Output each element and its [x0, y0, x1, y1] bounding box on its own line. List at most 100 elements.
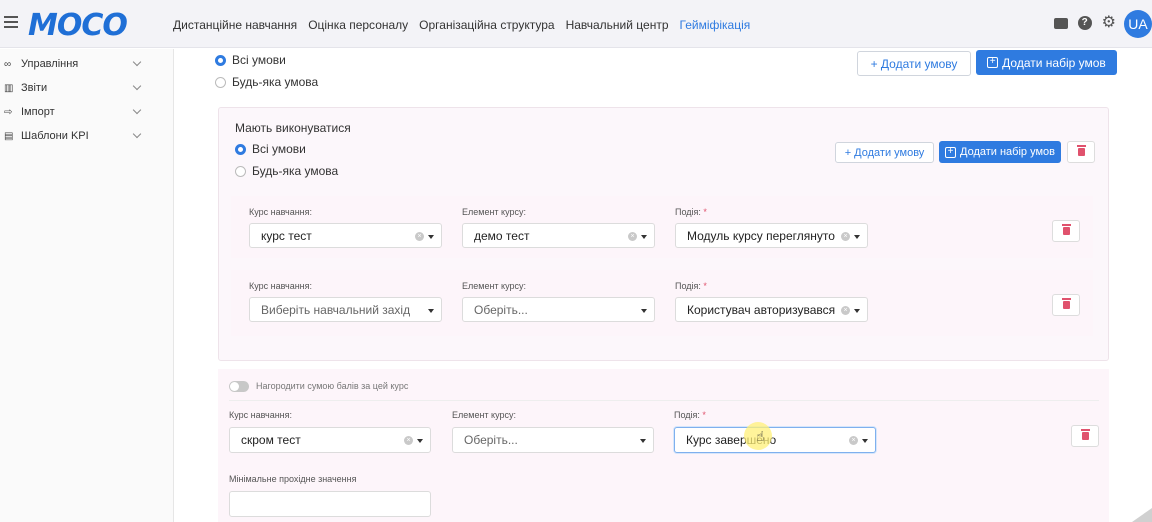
event-label: Подія: * [674, 410, 706, 420]
caret-down-icon[interactable] [854, 309, 860, 313]
course-select[interactable]: Виберіть навчальний захід [249, 297, 442, 322]
caret-down-icon[interactable] [640, 439, 646, 443]
nav-gamification[interactable]: Геймiфікація [680, 18, 751, 32]
add-condition-button[interactable]: + Додати умову [857, 51, 971, 76]
main-nav: Дистанційне навчання Оцінка персоналу Ор… [173, 18, 750, 32]
radio-dot[interactable] [235, 165, 246, 177]
sidebar-item-label: Звіти [21, 82, 48, 94]
chevron-down-icon [132, 57, 142, 67]
logo[interactable]: MOCO [28, 8, 128, 43]
min-value-input[interactable] [229, 491, 431, 517]
caret-down-icon[interactable] [641, 309, 647, 313]
event-select[interactable]: Користувач авторизувався × [675, 297, 868, 322]
event-label: Подія: * [675, 281, 707, 291]
caret-down-icon[interactable] [428, 309, 434, 313]
radio-any-condition[interactable]: Будь-яка умова [215, 75, 318, 89]
min-value-label: Мінімальне прохідне значення [229, 474, 357, 484]
delete-group-button[interactable] [1067, 141, 1095, 163]
nav-training-center[interactable]: Навчальний центр [566, 18, 669, 32]
clear-icon[interactable]: × [841, 232, 850, 241]
element-select[interactable]: Оберіть... [452, 427, 654, 453]
top-header: MOCO Дистанційне навчання Оцінка персона… [0, 0, 1152, 48]
course-label: Курс навчання: [249, 281, 313, 291]
select-value: демо тест [474, 228, 530, 243]
delete-row-button[interactable] [1052, 220, 1080, 242]
hand-cursor-icon: ☝ [756, 428, 765, 444]
chevron-down-icon [132, 81, 142, 91]
select-value: скром тест [241, 433, 301, 447]
clear-icon[interactable]: × [404, 436, 413, 445]
divider [229, 400, 1099, 401]
delete-row-button[interactable] [1052, 294, 1080, 316]
button-label: Додати набір умов [1002, 55, 1106, 70]
award-toggle[interactable] [229, 381, 249, 392]
nav-distance-learning[interactable]: Дистанційне навчання [173, 18, 297, 32]
radio-dot[interactable] [215, 54, 226, 66]
gear-icon[interactable]: ⚙ [1102, 15, 1116, 31]
condition-group: Мають виконуватися Всі умови Будь-яка ум… [218, 107, 1109, 361]
condition-row: Курс навчання: Виберіть навчальний захід… [231, 270, 1093, 336]
group-radio-any[interactable]: Будь-яка умова [235, 164, 338, 178]
template-icon: ▤ [4, 130, 14, 142]
delete-row-button[interactable] [1071, 425, 1099, 447]
caret-down-icon[interactable] [854, 235, 860, 239]
select-value: Оберіть... [464, 433, 518, 447]
clear-icon[interactable]: × [849, 436, 858, 445]
group-title: Мають виконуватися [235, 121, 351, 135]
radio-label: Будь-яка умова [252, 164, 339, 178]
clear-icon[interactable]: × [628, 232, 637, 241]
sidebar-item-import[interactable]: ⇨ Імпорт [4, 103, 144, 121]
plus-square-icon: + [945, 146, 956, 158]
element-select[interactable]: Оберіть... [462, 297, 655, 322]
avatar[interactable]: UA [1124, 10, 1152, 38]
group-add-set-button[interactable]: + Додати набір умов [939, 141, 1061, 163]
radio-dot[interactable] [215, 76, 226, 88]
menu-icon[interactable] [4, 16, 18, 28]
radio-dot[interactable] [235, 143, 246, 155]
mail-icon[interactable] [1053, 17, 1068, 29]
event-select[interactable]: Модуль курсу переглянуто × [675, 223, 868, 248]
nav-org-structure[interactable]: Організаційна структура [419, 18, 554, 32]
caret-down-icon[interactable] [641, 235, 647, 239]
caret-down-icon[interactable] [417, 439, 423, 443]
condition-row: Курс навчання: курс тест × Елемент курсу… [231, 196, 1093, 258]
sidebar-item-management[interactable]: ∞ Управління [4, 55, 144, 73]
select-value: курс тест [261, 228, 312, 243]
radio-label: Всі умови [252, 142, 306, 156]
sidebar-item-kpi-templates[interactable]: ▤ Шаблони KPI [4, 127, 144, 145]
event-label: Подія: * [675, 207, 707, 217]
element-select[interactable]: демо тест × [462, 223, 655, 248]
group-add-condition-button[interactable]: + Додати умову [835, 142, 934, 163]
radio-all-conditions[interactable]: Всі умови [215, 53, 286, 67]
sidebar-item-label: Управління [21, 58, 79, 70]
clear-icon[interactable]: × [841, 306, 850, 315]
select-value: Оберіть... [474, 302, 528, 317]
group-radio-all[interactable]: Всі умови [235, 142, 306, 156]
sidebar-item-reports[interactable]: ▥ Звіти [4, 79, 144, 97]
caret-down-icon[interactable] [862, 439, 868, 443]
course-select[interactable]: курс тест × [249, 223, 442, 248]
chevron-down-icon [132, 105, 142, 115]
nav-staff-assessment[interactable]: Оцінка персоналу [308, 18, 408, 32]
help-icon[interactable]: ? [1077, 16, 1092, 30]
element-label: Елемент курсу: [462, 281, 526, 291]
event-select[interactable]: Курс завершено × [674, 427, 876, 453]
trash-icon [1076, 145, 1086, 156]
caret-down-icon[interactable] [428, 235, 434, 239]
select-value: Користувач авторизувався [687, 302, 836, 317]
award-toggle-label: Нагородити сумою балів за цей курс [256, 381, 409, 391]
course-select[interactable]: скром тест × [229, 427, 431, 453]
resize-corner-icon [1132, 508, 1152, 522]
select-value: Модуль курсу переглянуто [687, 228, 835, 243]
trash-icon [1061, 298, 1071, 309]
chevron-down-icon [132, 129, 142, 139]
add-condition-set-button[interactable]: + Додати набір умов [976, 50, 1117, 75]
clear-icon[interactable]: × [415, 232, 424, 241]
element-label: Елемент курсу: [462, 207, 526, 217]
trash-icon [1080, 429, 1090, 440]
radio-label: Всі умови [232, 53, 286, 67]
trash-icon [1061, 224, 1071, 235]
sidebar-item-label: Імпорт [21, 106, 55, 118]
course-label: Курс навчання: [249, 207, 313, 217]
header-actions: ? ⚙ [1053, 15, 1116, 31]
